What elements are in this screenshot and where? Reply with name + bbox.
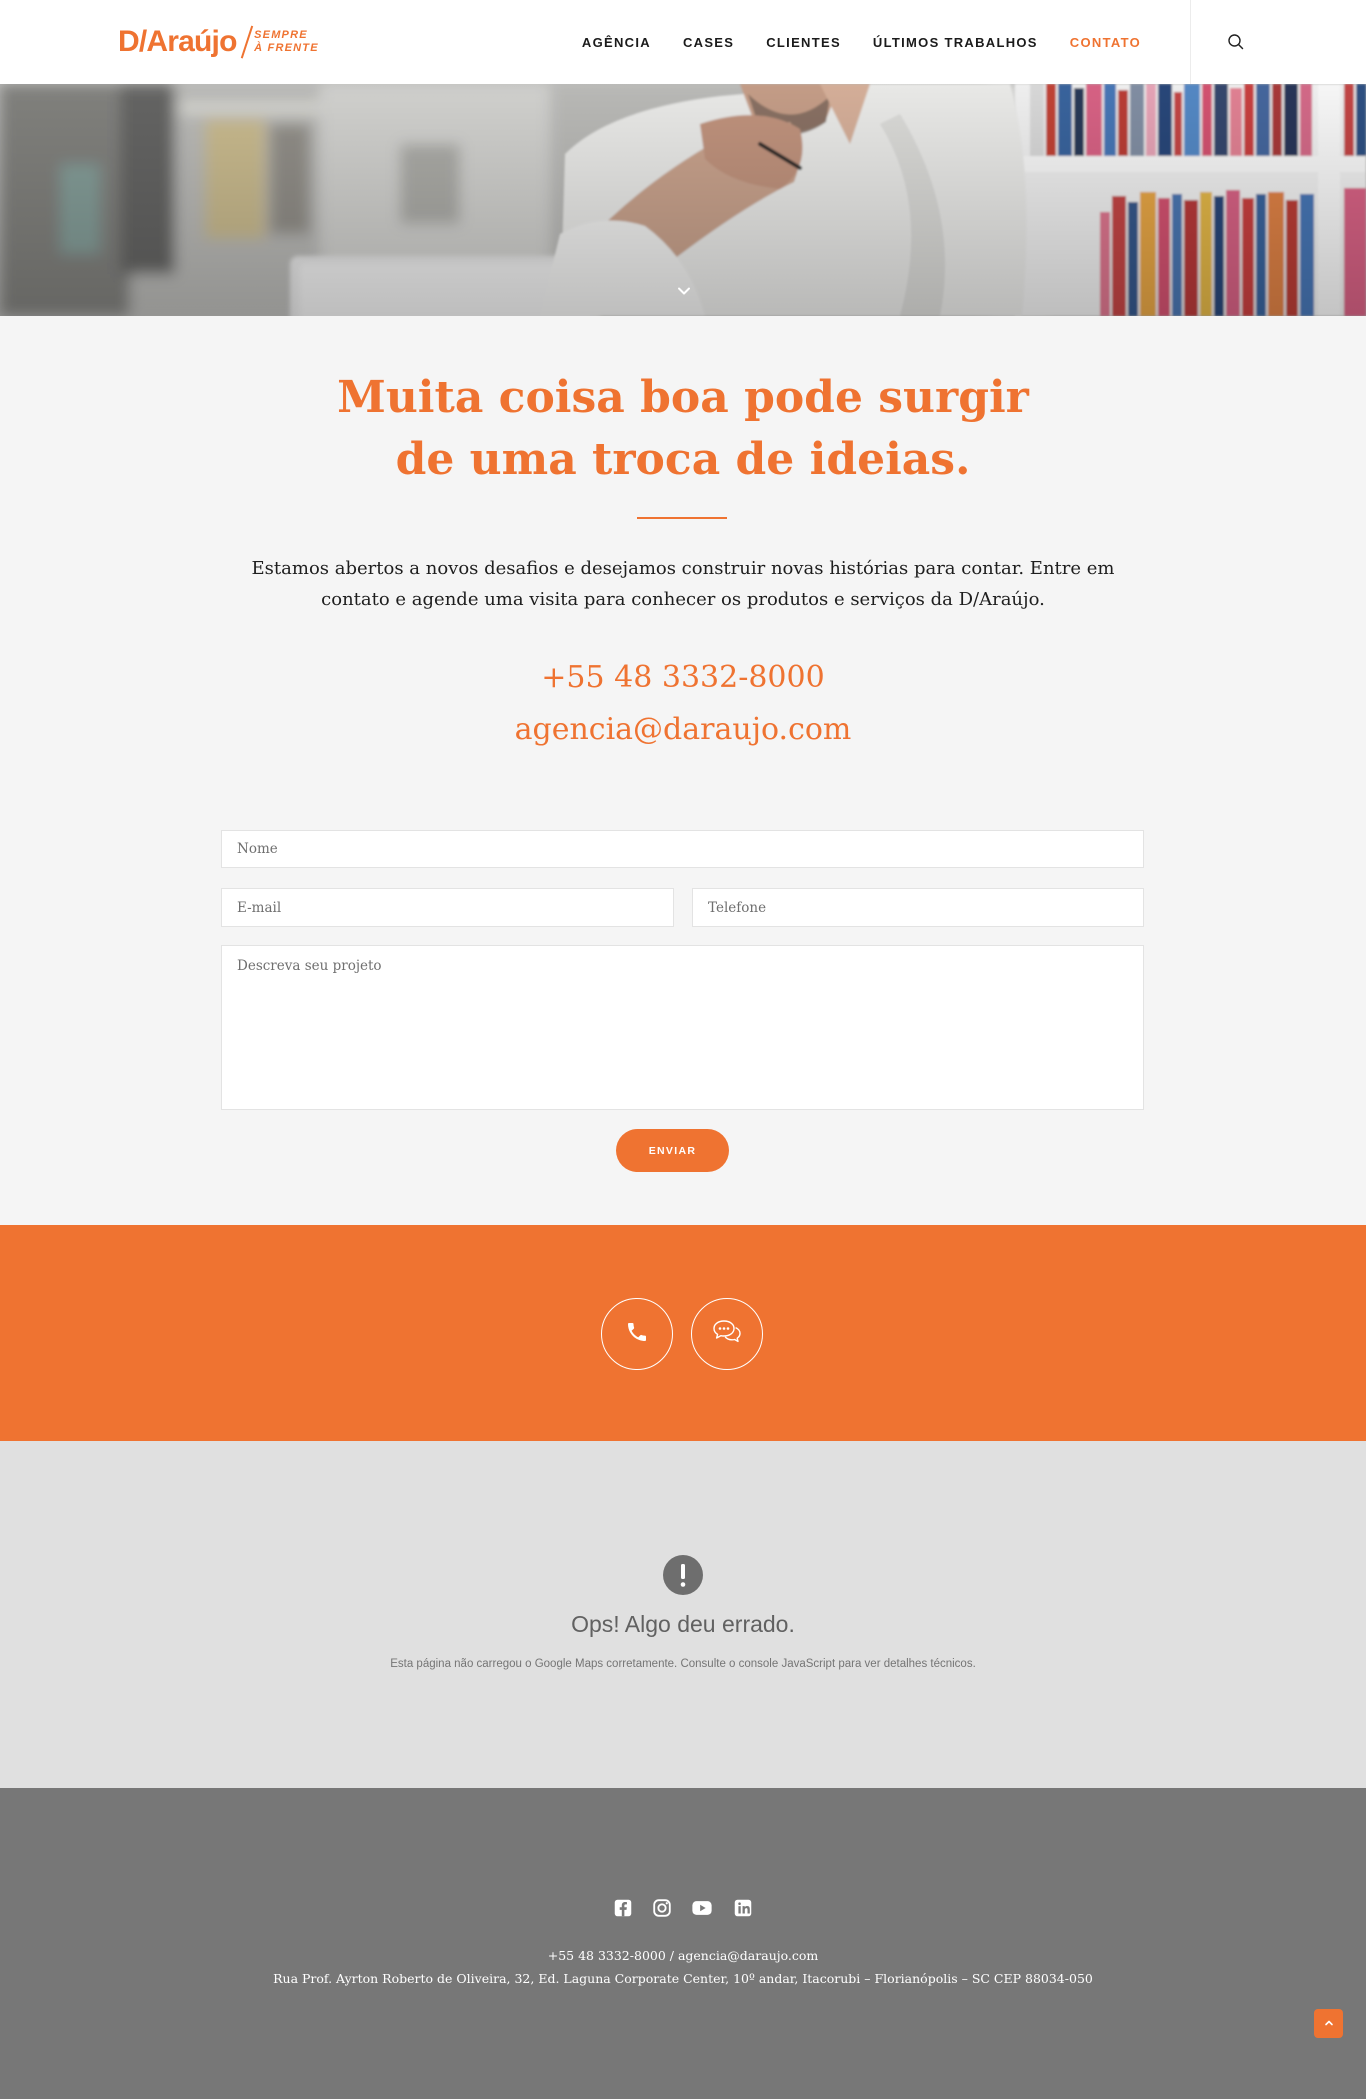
logo-tagline-line2: À FRENTE [254, 42, 319, 54]
heading-divider [637, 517, 727, 519]
contact-heading: Muita coisa boa pode surgir de uma troca… [0, 367, 1366, 491]
chevron-up-icon [1323, 2014, 1335, 2033]
chat-button[interactable] [691, 1298, 763, 1370]
name-field[interactable] [221, 830, 1144, 868]
contact-intro: Estamos abertos a novos desafios e desej… [251, 558, 1115, 610]
hero-banner [0, 84, 1366, 316]
site-header: D/Araújo SEMPRE À FRENTE AGÊNCIA CASES C… [0, 0, 1366, 84]
call-button[interactable] [601, 1298, 673, 1370]
contact-email-link[interactable]: agencia@daraujo.com [515, 712, 852, 747]
nav-item-ultimos-trabalhos[interactable]: ÚLTIMOS TRABALHOS [873, 35, 1038, 50]
nav-item-clientes[interactable]: CLIENTES [766, 35, 841, 50]
linkedin-icon[interactable] [732, 1897, 754, 1919]
project-description-field[interactable] [221, 945, 1144, 1110]
site-footer: +55 48 3332-8000 / agencia@daraujo.com R… [0, 1788, 1366, 2099]
youtube-icon[interactable] [691, 1897, 713, 1919]
contact-heading-line1: Muita coisa boa pode surgir [337, 372, 1029, 423]
contact-section: Muita coisa boa pode surgir de uma troca… [0, 316, 1366, 1225]
nav-item-cases[interactable]: CASES [683, 35, 734, 50]
cta-band [0, 1225, 1366, 1441]
logo-divider [240, 25, 253, 59]
logo-wordmark: D/Araújo [118, 25, 237, 58]
facebook-icon[interactable] [612, 1897, 634, 1919]
phone-field[interactable] [692, 888, 1144, 927]
contact-email-row: agencia@daraujo.com [0, 704, 1366, 756]
footer-contact: +55 48 3332-8000 / agencia@daraujo.com [547, 1948, 819, 1963]
back-to-top-button[interactable] [1314, 2009, 1343, 2038]
map-placeholder: Ops! Algo deu errado. Esta página não ca… [0, 1441, 1366, 1788]
email-field[interactable] [221, 888, 674, 927]
instagram-icon[interactable] [651, 1897, 673, 1919]
contact-phone-row: +55 48 3332-8000 [0, 652, 1366, 704]
logo[interactable]: D/Araújo SEMPRE À FRENTE [118, 21, 319, 63]
header-divider [1190, 0, 1191, 84]
chat-icon [712, 1319, 742, 1349]
logo-tagline: SEMPRE À FRENTE [254, 29, 319, 55]
map-error-title: Ops! Algo deu errado. [571, 1611, 795, 1637]
map-error-message: Esta página não carregou o Google Maps c… [390, 1658, 976, 1670]
main-nav: AGÊNCIA CASES CLIENTES ÚLTIMOS TRABALHOS… [582, 0, 1141, 84]
chevron-down-icon[interactable] [674, 281, 694, 301]
nav-item-contato[interactable]: CONTATO [1070, 35, 1141, 50]
exclamation-icon [663, 1555, 703, 1595]
footer-address: Rua Prof. Ayrton Roberto de Oliveira, 32… [273, 1971, 1093, 1986]
logo-tagline-line1: SEMPRE [254, 29, 308, 41]
phone-icon [625, 1320, 649, 1348]
submit-button[interactable]: ENVIAR [616, 1129, 729, 1172]
nav-item-agencia[interactable]: AGÊNCIA [582, 35, 651, 50]
search-icon[interactable] [1226, 32, 1246, 52]
contact-phone-link[interactable]: +55 48 3332-8000 [541, 660, 824, 695]
contact-heading-line2: de uma troca de ideias. [395, 434, 971, 485]
